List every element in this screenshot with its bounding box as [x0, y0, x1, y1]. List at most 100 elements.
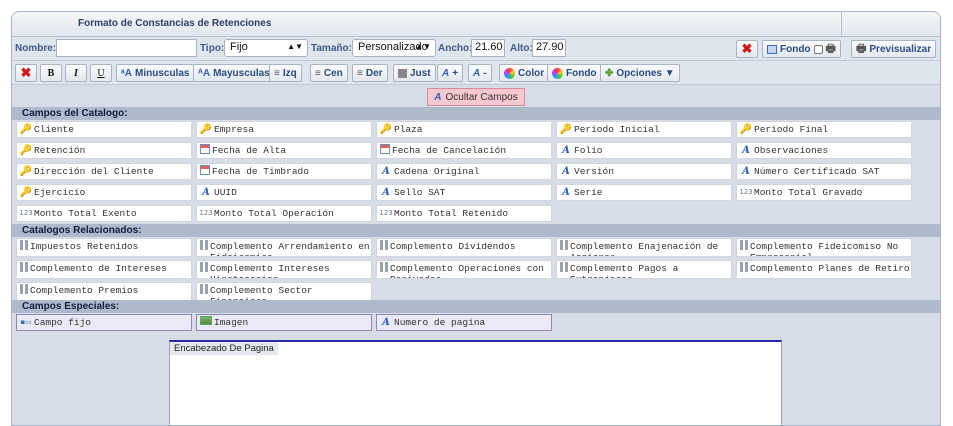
table-icon — [200, 284, 208, 294]
font-increase-button[interactable]: A + — [437, 64, 464, 82]
fondo-toggle[interactable]: Fondo 🖶 — [762, 40, 841, 58]
field-item[interactable]: A Folio — [556, 142, 732, 159]
field-item[interactable]: Complemento Intereses Hipotecarios — [196, 260, 372, 279]
bold-button[interactable]: B — [40, 64, 62, 82]
previsualizar-button[interactable]: 🖶 Previsualizar — [851, 40, 937, 58]
field-item[interactable]: 🔑 Cliente — [16, 121, 192, 138]
field-label: Complemento Intereses Hipotecarios — [210, 263, 330, 278]
field-item[interactable]: A Sello SAT — [376, 184, 552, 201]
field-label: Observaciones — [754, 145, 829, 156]
align-right-button[interactable]: ≡ Der — [352, 64, 388, 82]
ancho-label: Ancho: — [438, 43, 473, 54]
key-icon: 🔑 — [19, 165, 33, 177]
field-item[interactable]: Complemento Operaciones con Derivados — [376, 260, 552, 279]
minusculas-button[interactable]: ᵃA Minusculas — [116, 64, 195, 82]
delete-background-button[interactable]: ✖ — [736, 40, 758, 58]
table-icon — [380, 262, 388, 272]
align-left-icon: ≡ — [274, 67, 280, 79]
field-item[interactable]: Fecha de Timbrado — [196, 163, 372, 180]
text-color-button[interactable]: Color — [499, 64, 550, 82]
field-item[interactable]: ▪▭ Campo fijo — [16, 314, 192, 331]
field-item[interactable]: 🔑 Empresa — [196, 121, 372, 138]
field-item[interactable]: Imagen — [196, 314, 372, 331]
number-icon: 123 — [739, 187, 753, 196]
table-icon — [740, 262, 748, 272]
field-label: Complemento Premios — [30, 285, 139, 296]
field-item[interactable]: Impuestos Retenidos — [16, 238, 192, 257]
field-item[interactable]: Complemento Sector Financiero — [196, 282, 372, 301]
fondo-color-label: Fondo — [566, 67, 597, 79]
field-item[interactable]: 123 Monto Total Exento — [16, 205, 192, 222]
field-item[interactable]: A Número Certificado SAT — [736, 163, 912, 180]
alto-input[interactable]: 27.90 — [532, 39, 566, 57]
field-label: Complemento Pagos a Extranjeros — [570, 263, 679, 278]
underline-button[interactable]: U — [90, 64, 112, 82]
ocultar-campos-button[interactable]: A Ocultar Campos — [427, 88, 525, 106]
page-header-editor[interactable]: Encabezado De Pagina — [169, 340, 782, 425]
italic-button[interactable]: I — [65, 64, 87, 82]
fondo-checkbox[interactable] — [813, 44, 823, 54]
field-item[interactable]: Complemento Enajenación de Acciones — [556, 238, 732, 257]
field-label: Dirección del Cliente — [34, 166, 154, 177]
mayusculas-button[interactable]: ᴬA Mayusculas — [193, 64, 275, 82]
field-item[interactable]: Complemento Premios — [16, 282, 192, 301]
field-item[interactable]: Fecha de Alta — [196, 142, 372, 159]
field-label: Cliente — [34, 124, 74, 135]
clear-format-button[interactable]: ✖ — [15, 64, 37, 82]
field-item[interactable]: Complemento de Intereses — [16, 260, 192, 279]
field-item[interactable]: Fecha de Cancelación — [376, 142, 552, 159]
background-color-button[interactable]: Fondo — [547, 64, 602, 82]
field-item[interactable]: A Cadena Original — [376, 163, 552, 180]
align-center-button[interactable]: ≡ Cen — [310, 64, 348, 82]
field-label: Folio — [574, 145, 603, 156]
nombre-input[interactable] — [56, 39, 197, 57]
calendar-icon — [200, 144, 210, 154]
key-icon: 🔑 — [19, 186, 33, 198]
field-label: Complemento Sector Financiero — [210, 285, 313, 300]
field-item[interactable]: Complemento Planes de Retiro — [736, 260, 912, 279]
image-icon — [200, 316, 212, 325]
color-wheel-icon — [552, 67, 563, 79]
field-item[interactable]: Complemento Arrendamiento en Fideicomiso — [196, 238, 372, 257]
field-label: Complemento de Intereses — [30, 263, 167, 274]
background-icon — [767, 44, 777, 54]
field-item[interactable]: A Numero de pagina — [376, 314, 552, 331]
field-item[interactable]: 🔑 Plaza — [376, 121, 552, 138]
justify-button[interactable]: Just — [393, 64, 436, 82]
field-item[interactable]: 🔑 Ejercicio — [16, 184, 192, 201]
field-label: UUID — [214, 187, 237, 198]
lowercase-icon: ᵃA — [121, 67, 132, 79]
calendar-icon — [200, 165, 210, 175]
field-item[interactable]: 123 Monto Total Gravado — [736, 184, 912, 201]
field-item[interactable]: A UUID — [196, 184, 372, 201]
align-left-button[interactable]: ≡ Izq — [269, 64, 302, 82]
field-item[interactable]: 123 Monto Total Retenido — [376, 205, 552, 222]
field-item[interactable]: A Versión — [556, 163, 732, 180]
field-item[interactable]: 🔑 Retención — [16, 142, 192, 159]
field-label: Imagen — [214, 317, 249, 328]
key-icon: 🔑 — [559, 123, 573, 135]
field-item[interactable]: Complemento Pagos a Extranjeros — [556, 260, 732, 279]
previsualizar-label: Previsualizar — [869, 43, 932, 55]
field-item[interactable]: 🔑 Dirección del Cliente — [16, 163, 192, 180]
field-item[interactable]: A Observaciones — [736, 142, 912, 159]
field-label: Versión — [574, 166, 614, 177]
field-item[interactable]: 🔑 Periodo Inicial — [556, 121, 732, 138]
ocultar-row: A Ocultar Campos — [12, 85, 940, 109]
text-icon: A — [562, 186, 570, 198]
field-label: Retención — [34, 145, 86, 156]
tamano-select[interactable]: Personalizado ▲▼ — [352, 39, 436, 57]
editor-section-label: Encabezado De Pagina — [170, 342, 278, 355]
field-item[interactable]: A Serie — [556, 184, 732, 201]
text-icon: A — [382, 316, 390, 328]
field-item[interactable]: Complemento Fideicomiso No Empresarial — [736, 238, 912, 257]
field-label: Monto Total Operación — [214, 208, 334, 219]
font-decrease-button[interactable]: A - — [468, 64, 492, 82]
opciones-menu-button[interactable]: ✤ Opciones ▼ — [600, 64, 680, 82]
field-item[interactable]: Complemento Dividendos — [376, 238, 552, 257]
tipo-select[interactable]: Fijo ▲▼ — [224, 39, 308, 57]
report-designer-window: Formato de Constancias de Retenciones No… — [11, 11, 941, 426]
field-item[interactable]: 123 Monto Total Operación — [196, 205, 372, 222]
ancho-input[interactable]: 21.60 — [471, 39, 505, 57]
field-item[interactable]: 🔑 Periodo Final — [736, 121, 912, 138]
